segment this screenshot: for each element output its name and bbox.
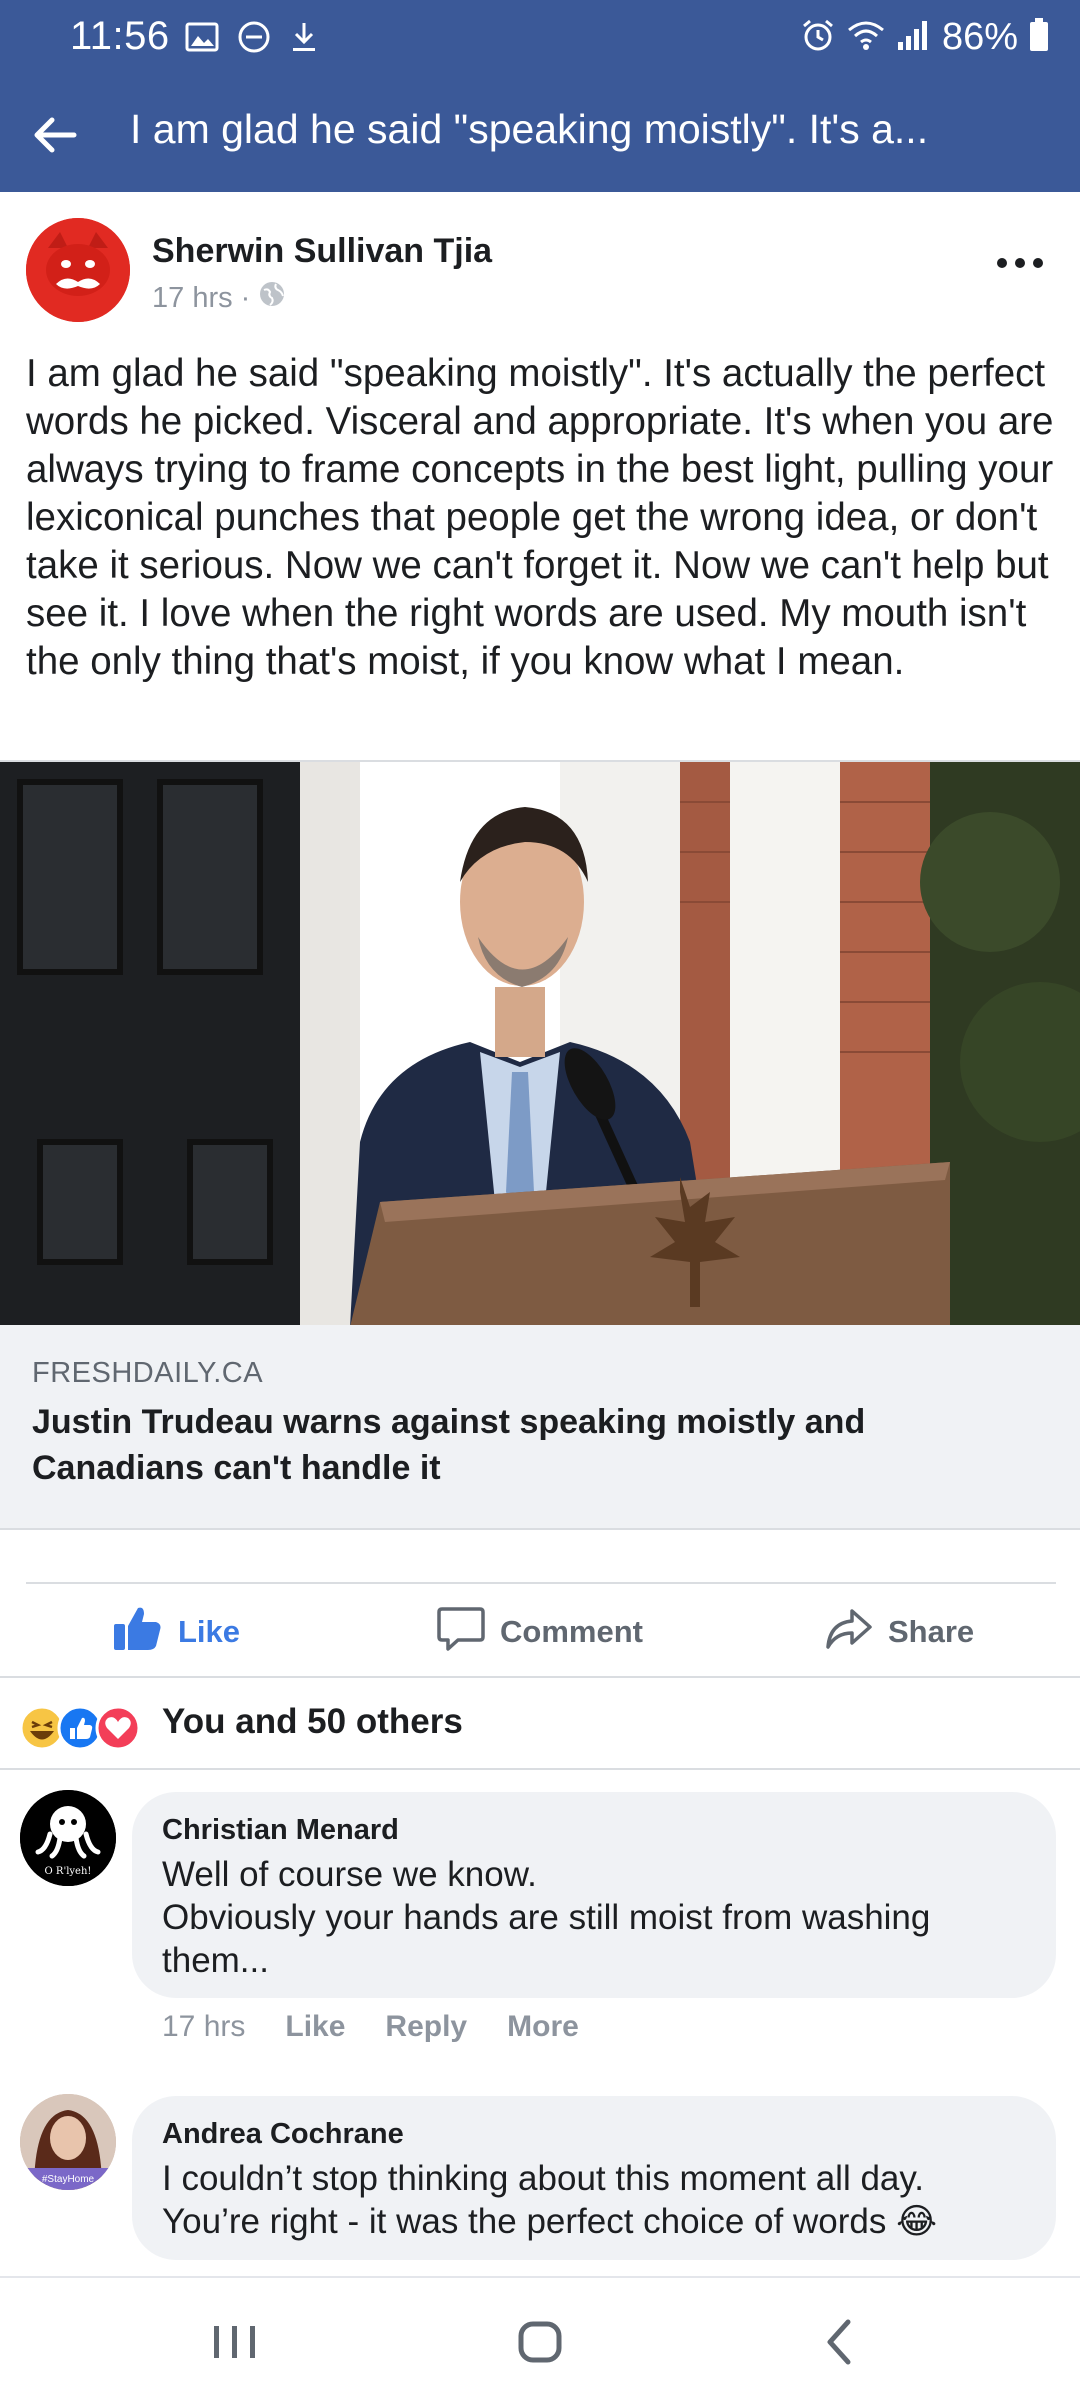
comment-text-line: You’re right - it was the perfect choice… [162, 2200, 1026, 2243]
share-button[interactable]: Share [824, 1604, 974, 1660]
reactions-summary[interactable]: You and 50 others [0, 1690, 1080, 1762]
meta-separator: · [240, 281, 251, 314]
avatar-caption: O R'lyeh! [45, 1866, 92, 1877]
dnd-icon [237, 20, 271, 59]
comment-like-button[interactable]: Like [285, 2010, 345, 2044]
thumbs-up-icon [112, 1602, 164, 1662]
comment-more-button[interactable]: More [507, 2010, 579, 2044]
status-bar: 11:56 86% [0, 0, 1080, 78]
divider [0, 1676, 1080, 1678]
reactions-count[interactable]: You and 50 others [162, 1702, 463, 1742]
comment-text-line: Obviously your hands are still moist fro… [162, 1898, 931, 1980]
link-preview[interactable]: FRESHDAILY.CA Justin Trudeau warns again… [0, 1325, 1080, 1530]
status-time: 11:56 [70, 14, 170, 58]
avatar[interactable] [26, 218, 130, 322]
link-domain: FRESHDAILY.CA [32, 1357, 264, 1389]
link-preview-image[interactable] [0, 760, 1080, 1325]
post-header: Sherwin Sullivan Tjia 17 hrs · [0, 192, 1080, 342]
comment-reply-button[interactable]: Reply [385, 2010, 467, 2044]
back-nav-icon[interactable] [806, 2312, 876, 2372]
post-text: I am glad he said "speaking moistly". It… [26, 352, 1054, 683]
post-meta: 17 hrs · [152, 280, 286, 316]
comment-actions: 17 hrs Like Reply More [162, 2010, 579, 2044]
arrow-left-icon[interactable] [28, 108, 82, 162]
page-title: I am glad he said "speaking moistly". It… [130, 106, 929, 152]
comment-bubble[interactable]: Christian Menard Well of course we know.… [132, 1792, 1056, 1998]
comment-author[interactable]: Andrea Cochrane [162, 2118, 1026, 2151]
comment-time: 17 hrs [162, 2010, 246, 2043]
link-title[interactable]: Justin Trudeau warns against speaking mo… [32, 1399, 1032, 1491]
post-actions: Like Comment Share [0, 1584, 1080, 1674]
like-icon [57, 1705, 103, 1751]
globe-icon [258, 280, 286, 316]
gallery-icon [185, 22, 219, 57]
post-time[interactable]: 17 hrs [152, 282, 233, 315]
divider [0, 1768, 1080, 1770]
avatar-caption: #StayHome [42, 2174, 95, 2185]
app-header: I am glad he said "speaking moistly". It… [0, 78, 1080, 192]
post-author[interactable]: Sherwin Sullivan Tjia [152, 232, 492, 271]
more-dots-icon[interactable] [990, 248, 1050, 278]
commenter-avatar[interactable]: O R'lyeh! [20, 1790, 116, 1886]
like-label: Like [178, 1614, 241, 1649]
download-icon [289, 20, 319, 59]
comment-text-line2: You’re right - it was the perfect choice… [162, 2202, 887, 2241]
comment-button[interactable]: Comment [436, 1604, 643, 1660]
share-icon [824, 1603, 874, 1661]
share-label: Share [888, 1614, 975, 1649]
system-nav-bar [0, 2276, 1080, 2400]
comment-author[interactable]: Christian Menard [162, 1814, 1026, 1847]
laughing-emoji-icon: 😂 [896, 2202, 937, 2241]
recent-apps-icon[interactable] [200, 2312, 270, 2372]
comment-bubble[interactable]: Andrea Cochrane I couldn’t stop thinking… [132, 2096, 1056, 2260]
home-icon[interactable] [505, 2312, 575, 2372]
haha-icon [19, 1705, 65, 1751]
comment-text-line: I couldn’t stop thinking about this mome… [162, 2159, 925, 2198]
battery-icon [1028, 17, 1050, 58]
alarm-icon [800, 17, 836, 58]
like-button[interactable]: Like [112, 1604, 240, 1660]
reaction-icons [18, 1704, 148, 1752]
love-icon [95, 1705, 141, 1751]
signal-icon [896, 18, 932, 57]
comment-label: Comment [500, 1614, 643, 1649]
comment-text-line: Well of course we know. [162, 1855, 537, 1894]
commenter-avatar[interactable]: #StayHome [20, 2094, 116, 2190]
battery-percent: 86% [941, 16, 1018, 58]
wifi-icon [846, 18, 886, 57]
comment-icon [436, 1603, 486, 1661]
